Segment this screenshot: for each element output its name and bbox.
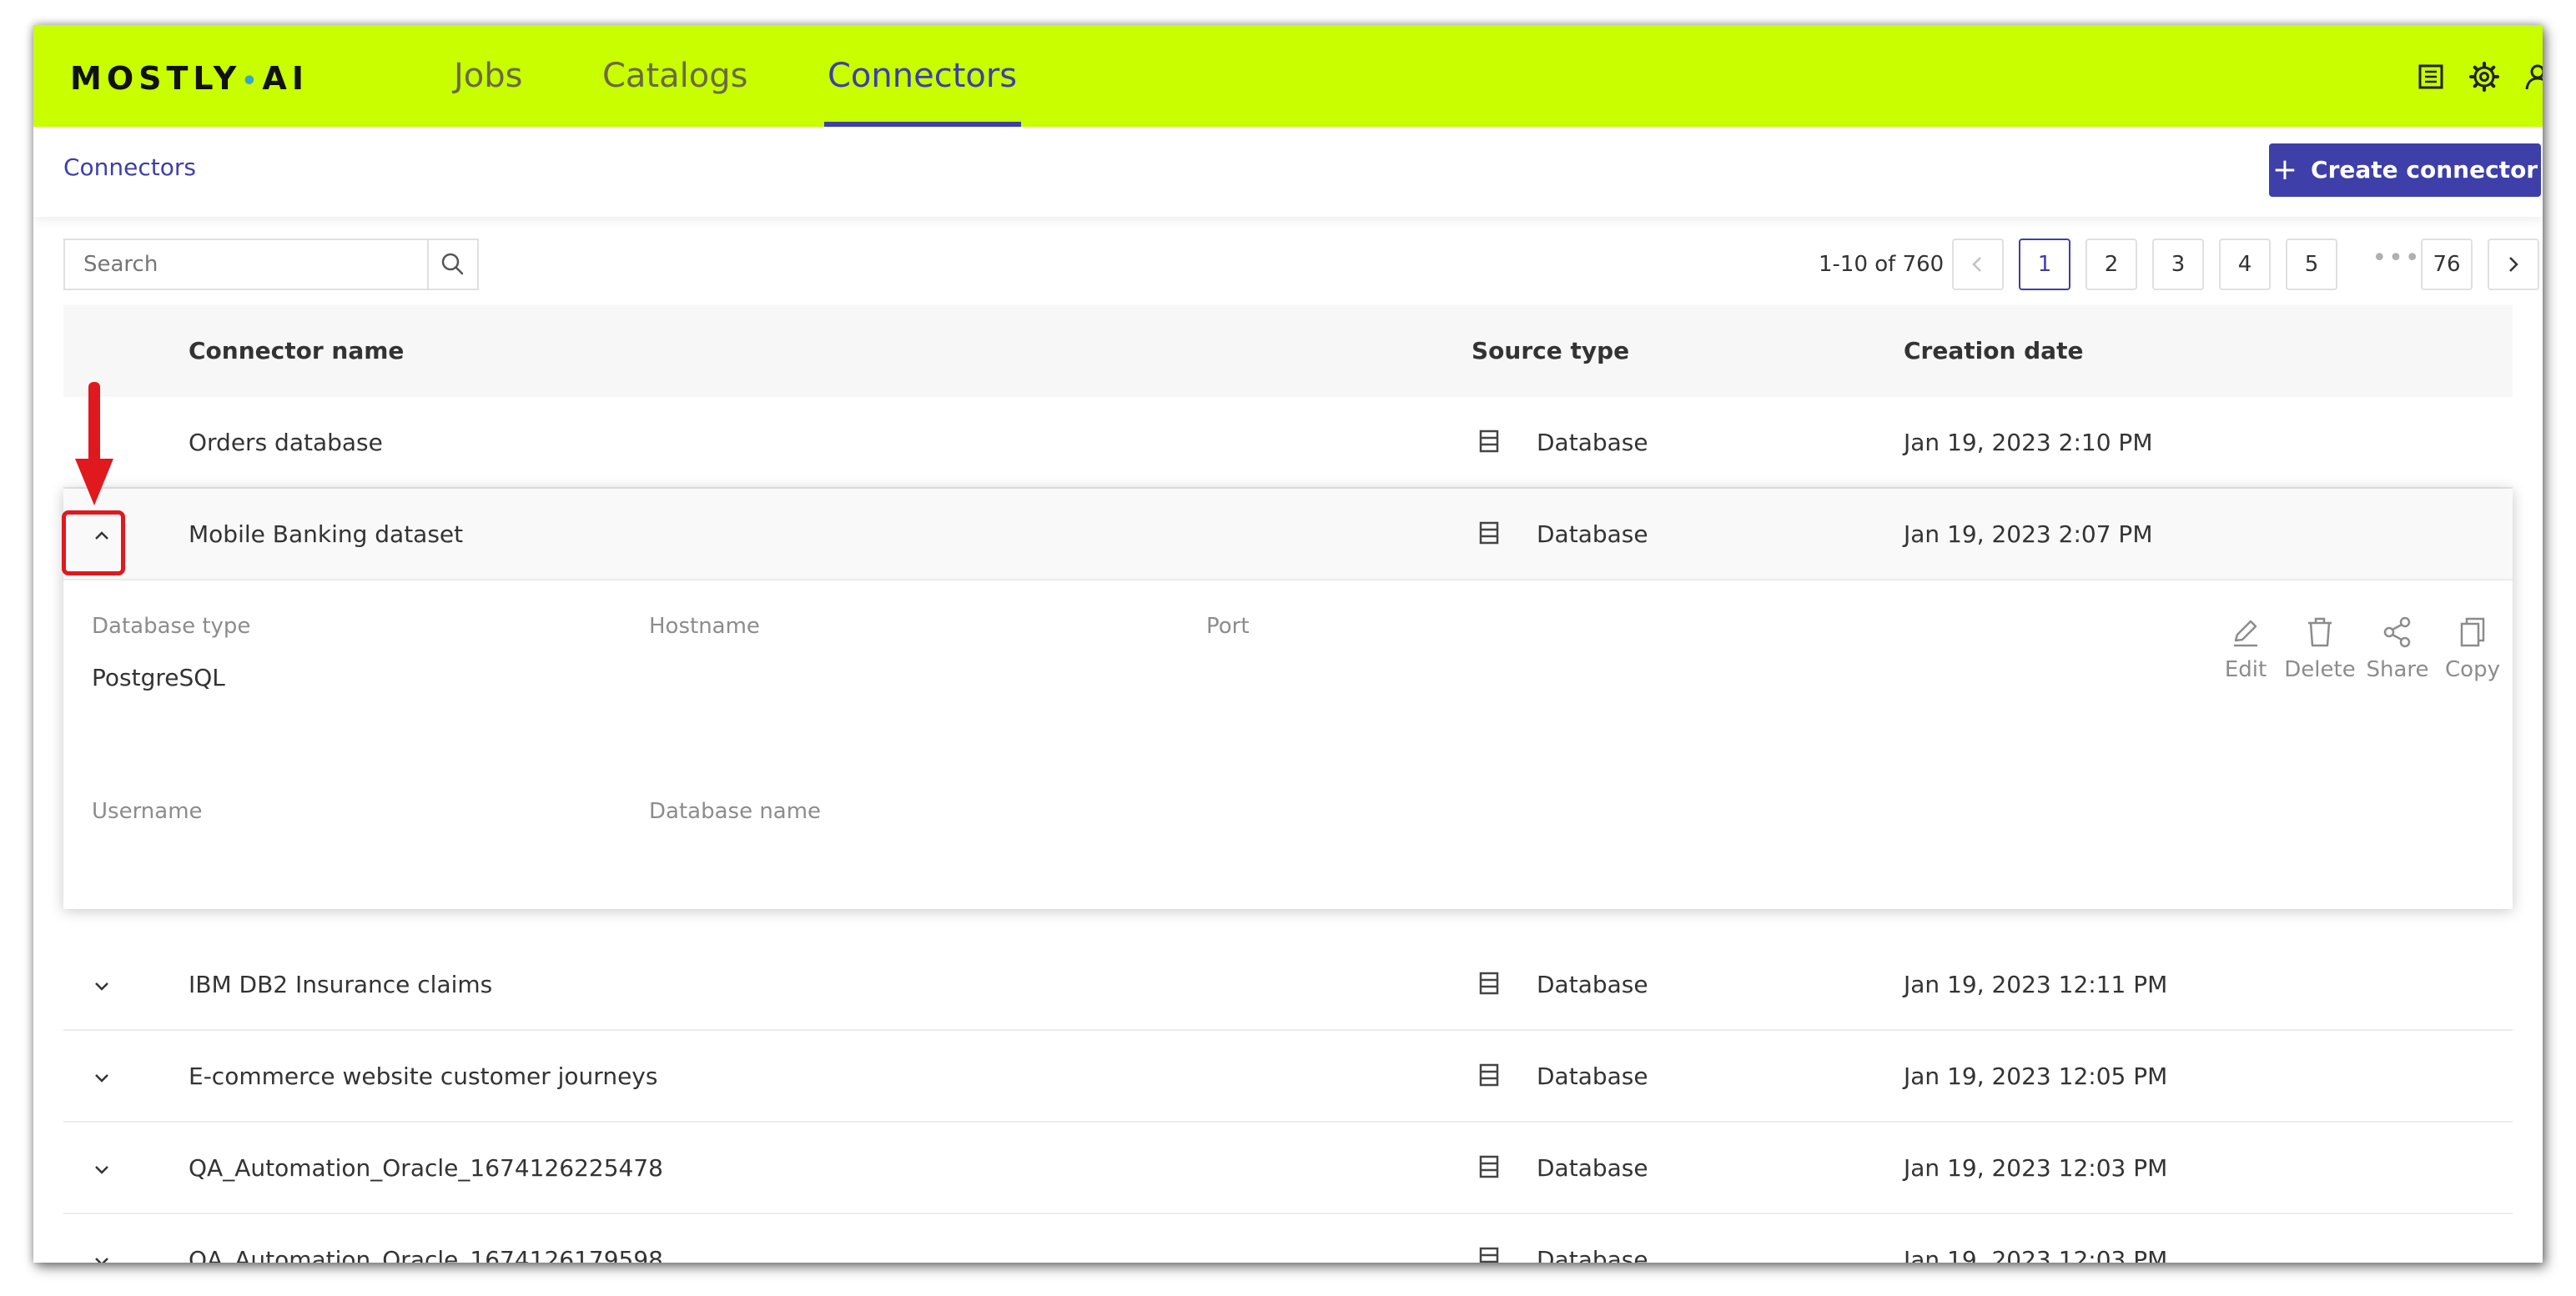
breadcrumb-bar: Connectors + Create connector [33, 127, 2543, 217]
database-type-value: PostgreSQL [92, 664, 225, 691]
top-navigation-bar: MOSTLY•AI Jobs Catalogs Connectors [33, 25, 2543, 127]
user-profile-icon[interactable] [2521, 60, 2543, 93]
database-icon [1479, 521, 1499, 545]
search-input[interactable] [65, 240, 424, 289]
logo-text-left: MOSTLY [70, 60, 242, 97]
username-label: Username [92, 799, 203, 824]
logo-dot: • [241, 67, 263, 96]
table-row[interactable]: E-commerce website customer journeys Dat… [63, 1031, 2513, 1123]
table-row[interactable]: QA_Automation_Oracle_1674126225478 Datab… [63, 1123, 2513, 1214]
expanded-connector-card: Mobile Banking dataset Database Jan 19, … [63, 489, 2513, 909]
brand-logo[interactable]: MOSTLY•AI [70, 58, 309, 98]
source-type: Database [1537, 1154, 1648, 1182]
connector-name: QA_Automation_Oracle_1674126225478 [189, 1154, 663, 1182]
search-button[interactable] [427, 239, 479, 290]
table-row-expanded[interactable]: Mobile Banking dataset Database Jan 19, … [63, 489, 2513, 580]
creation-date: Jan 19, 2023 12:05 PM [1904, 1062, 2168, 1090]
column-header-creation-date[interactable]: Creation date [1904, 337, 2083, 364]
logo-text-right: AI [262, 60, 309, 97]
creation-date: Jan 19, 2023 2:10 PM [1904, 429, 2153, 456]
page-button-1[interactable]: 1 [2019, 239, 2070, 290]
search-icon [441, 253, 464, 275]
chevron-down-icon[interactable] [87, 971, 117, 1001]
prev-page-button[interactable] [1952, 239, 2004, 290]
annotation-highlight-box [62, 510, 125, 575]
table-row[interactable]: QA_Automation_Oracle_1674126179598 Datab… [63, 1214, 2513, 1263]
settings-gear-icon[interactable] [2468, 60, 2501, 93]
edit-action[interactable]: Edit [2212, 614, 2279, 682]
port-label: Port [1206, 614, 1250, 639]
nav-tab-catalogs[interactable]: Catalogs [602, 50, 747, 102]
source-type: Database [1537, 971, 1648, 998]
database-name-label: Database name [649, 799, 822, 824]
database-icon [1479, 429, 1499, 453]
source-type: Database [1537, 1062, 1648, 1090]
connector-name: Mobile Banking dataset [189, 520, 464, 548]
pagination-range: 1-10 of 760 [1819, 252, 1945, 277]
connector-name: E-commerce website customer journeys [189, 1062, 658, 1090]
page-button-last[interactable]: 76 [2421, 239, 2473, 290]
creation-date: Jan 19, 2023 2:07 PM [1904, 520, 2153, 548]
nav-tab-jobs[interactable]: Jobs [454, 50, 523, 102]
delete-label: Delete [2284, 657, 2356, 682]
source-type: Database [1537, 520, 1648, 548]
database-icon [1479, 1247, 1499, 1263]
plus-icon: + [2272, 153, 2298, 187]
search-box [63, 239, 429, 290]
connector-name: IBM DB2 Insurance claims [189, 971, 493, 998]
copy-icon [2460, 617, 2485, 647]
creation-date: Jan 19, 2023 12:03 PM [1904, 1154, 2168, 1182]
page-button-4[interactable]: 4 [2219, 239, 2271, 290]
create-connector-label: Create connector [2311, 156, 2538, 183]
database-type-label: Database type [92, 614, 251, 639]
page-button-2[interactable]: 2 [2085, 239, 2137, 290]
share-icon [2383, 616, 2411, 648]
column-header-source-type[interactable]: Source type [1472, 337, 1629, 364]
chevron-down-icon[interactable] [87, 1154, 117, 1184]
chevron-right-icon [2509, 257, 2518, 272]
share-action[interactable]: Share [2364, 614, 2431, 682]
edit-label: Edit [2224, 657, 2267, 682]
chevron-down-icon[interactable] [87, 1246, 117, 1263]
source-type: Database [1537, 1246, 1648, 1263]
trash-icon [2308, 617, 2332, 647]
next-page-button[interactable] [2488, 239, 2539, 290]
connector-name: QA_Automation_Oracle_1674126179598 [189, 1246, 663, 1263]
delete-action[interactable]: Delete [2282, 614, 2357, 682]
create-connector-button[interactable]: + Create connector [2269, 143, 2541, 197]
page-button-3[interactable]: 3 [2152, 239, 2204, 290]
nav-tab-connectors[interactable]: Connectors [828, 50, 1017, 102]
column-header-connector-name[interactable]: Connector name [189, 337, 404, 364]
table-row[interactable]: IBM DB2 Insurance claims Database Jan 19… [63, 939, 2513, 1031]
annotation-arrow-icon [75, 382, 113, 505]
app-window: MOSTLY•AI Jobs Catalogs Connectors Conne… [33, 25, 2543, 1263]
share-label: Share [2366, 657, 2429, 682]
hostname-label: Hostname [649, 614, 760, 639]
breadcrumb-connectors[interactable]: Connectors [63, 153, 196, 181]
database-icon [1479, 1063, 1499, 1087]
page-button-5[interactable]: 5 [2286, 239, 2337, 290]
creation-date: Jan 19, 2023 12:11 PM [1904, 971, 2168, 998]
database-icon [1479, 1155, 1499, 1178]
connector-name: Orders database [189, 429, 383, 456]
chevron-down-icon[interactable] [87, 1062, 117, 1093]
creation-date: Jan 19, 2023 12:03 PM [1904, 1246, 2168, 1263]
docs-icon[interactable] [2414, 60, 2448, 93]
table-row[interactable]: Orders database Database Jan 19, 2023 2:… [63, 397, 2513, 489]
pencil-icon [2234, 620, 2257, 647]
source-type: Database [1537, 429, 1648, 456]
table-header: Connector name Source type Creation date [63, 305, 2513, 397]
copy-label: Copy [2445, 657, 2500, 682]
database-icon [1479, 972, 1499, 995]
copy-action[interactable]: Copy [2439, 614, 2506, 682]
pagination-ellipsis[interactable]: ••• [2371, 244, 2423, 285]
chevron-left-icon [1972, 257, 1981, 272]
